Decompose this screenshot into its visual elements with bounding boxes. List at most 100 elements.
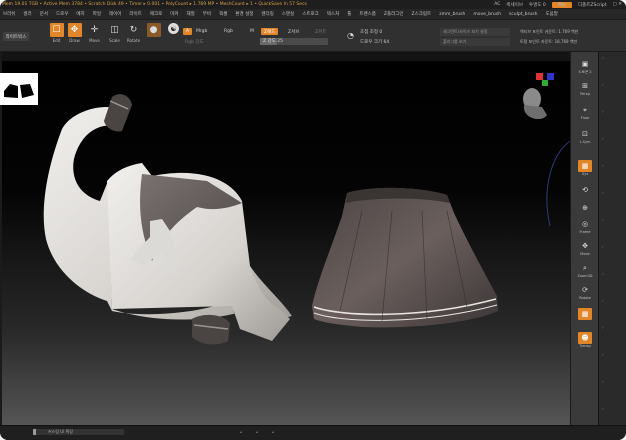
menu-item[interactable]: 파일 <box>93 11 101 17</box>
focal-shift-slider[interactable]: 초점 조정 0 <box>360 29 382 35</box>
menu-item[interactable]: 레이어 <box>109 11 121 17</box>
active-points-count: 액티브 포인트 카운트: 1.769 백만 <box>520 29 579 34</box>
menu-extra-item[interactable]: zmm_brush <box>439 12 465 17</box>
menu-item[interactable]: 스트로크 <box>302 11 319 17</box>
menu-extra-item[interactable]: sculpt_brush <box>509 12 538 17</box>
shelf-button[interactable]: ▣ S.토큰 2 <box>575 58 595 75</box>
status-bar: Mem 19.01 TGB • Active Mem 3784 • Scratc… <box>0 0 626 9</box>
z-intensity-slider[interactable]: Z 강도 25 <box>260 38 328 45</box>
viewport-top-band <box>2 52 570 61</box>
shelf-icon: ⟳ <box>582 286 588 294</box>
rgb-intensity-slider[interactable]: Rgb 강도 <box>185 39 204 45</box>
canvas-viewport[interactable] <box>2 61 570 425</box>
menu-item[interactable]: Z플러그인 <box>384 11 404 17</box>
zsub-toggle[interactable]: Z서브 <box>288 29 299 35</box>
shelf-button[interactable]: ⊞ Persp <box>575 80 595 96</box>
a-toggle[interactable]: A <box>183 28 193 35</box>
right-tool-panel: › › › › › › › › › › › › › › <box>598 52 626 430</box>
shelf-button[interactable]: ▦ Xyz <box>575 160 595 176</box>
menu-item[interactable]: 에지 <box>76 11 84 17</box>
segment-view-field[interactable]: 세그먼트/사이즈 보기 설정 <box>440 28 510 36</box>
shelf-label: Rotate <box>579 296 591 300</box>
shelf-icon: ▩ <box>578 308 592 320</box>
menu-item[interactable]: 브러쉬 <box>3 11 15 17</box>
shelf-button[interactable]: ⌖ Floor <box>575 104 595 121</box>
mrgb-toggle[interactable]: Mrgb <box>196 29 207 34</box>
window-controls-icon[interactable]: ▢ ✕ <box>613 2 622 7</box>
menu-extra-item[interactable]: move_brush <box>473 12 501 17</box>
material-button[interactable]: ● <box>145 23 162 48</box>
rgb-toggle[interactable]: Rgb <box>224 29 233 34</box>
rotate-button[interactable]: ↻ Rotate <box>125 23 142 48</box>
lightbox-button[interactable]: 라이트박스 <box>3 32 29 41</box>
scale-button[interactable]: ◫ Scale <box>106 23 123 48</box>
menu-item[interactable]: 렌더링 <box>261 11 273 17</box>
menu-item[interactable]: 픽셀 <box>219 11 227 17</box>
edit-button[interactable]: ☐ Edit <box>48 23 65 48</box>
move-icon: ✛ <box>90 25 99 35</box>
shelf-button[interactable]: ⌕ Zoom3D <box>575 262 595 279</box>
menu-item[interactable]: 무비 <box>203 11 211 17</box>
shelf-icon: ▣ <box>581 60 589 68</box>
draw-button[interactable]: ✥ Draw <box>66 23 83 48</box>
shelf-icon: ⌖ <box>583 105 587 114</box>
menu-item[interactable]: 텍스처 <box>327 11 339 17</box>
shelf-label: Persp <box>580 92 590 96</box>
menu-item[interactable]: 툴 <box>347 11 351 17</box>
timeline-tick: ▴ <box>272 429 275 434</box>
texture-button[interactable]: ☯ <box>165 23 182 48</box>
menu-item[interactable]: 스텐실 <box>282 11 294 17</box>
panel-tick: › <box>602 163 604 168</box>
menu-item[interactable]: 환경 설정 <box>235 11 253 17</box>
move-button[interactable]: ✛ Move <box>86 23 103 48</box>
alpha-preview-svg <box>4 84 34 98</box>
ac-label: AC <box>494 2 501 7</box>
panel-tick: › <box>602 82 604 87</box>
draw-size-slider[interactable]: 드로우 크기 64 <box>360 39 389 45</box>
zadd-toggle[interactable]: Z애드 <box>261 28 279 35</box>
panel-tick: › <box>602 406 604 411</box>
shelf-label: Move <box>580 252 590 256</box>
timeline-tick: ▴ <box>240 429 243 434</box>
shelf-button[interactable]: ⟲ <box>575 184 595 196</box>
menu-item[interactable]: 재질 <box>187 11 195 17</box>
panel-tick: › <box>602 298 604 303</box>
shelf-button[interactable]: ☻ Transp <box>575 332 595 348</box>
status-stats: Mem 19.01 TGB • Active Mem 3784 • Scratc… <box>2 2 307 7</box>
focal-shift-icon: ◔ <box>347 30 354 40</box>
zcut-toggle[interactable]: Z커트 <box>315 29 326 35</box>
menus-button[interactable]: 메뉴 <box>551 1 572 8</box>
material-sphere-icon: ● <box>146 23 161 37</box>
navigation-head <box>523 88 547 120</box>
menu-item[interactable]: 컬러 <box>23 11 31 17</box>
menu-item[interactable]: 드로우 <box>56 11 68 17</box>
shelf-button[interactable]: ◎ Frame <box>575 218 595 234</box>
menu-bar: 브러쉬 컬러 문서 드로우 에지 파일 레이어 라이트 매크로 마커 재질 무비 픽셀 환경 설정 렌더링 스… <box>0 9 626 20</box>
polygroup-view-field[interactable]: 폴리그룹 보기 <box>440 38 510 46</box>
skirt-model <box>312 187 498 328</box>
shelf-icon: ⊡ <box>582 130 588 138</box>
menu-item[interactable]: 마커 <box>170 11 178 17</box>
m-toggle[interactable]: M <box>250 29 254 34</box>
menu-extra-item[interactable]: 도움말 <box>545 11 557 17</box>
menu-item[interactable]: 매크로 <box>150 11 162 17</box>
menu-item[interactable]: 트랜스폼 <box>359 11 376 17</box>
seethrough-slider[interactable]: 투명도 0 <box>529 2 546 8</box>
menu-item[interactable]: Z스크립트 <box>412 11 432 17</box>
shelf-label: Transp <box>579 344 591 348</box>
menu-item[interactable]: 라이트 <box>129 11 141 17</box>
quicksave-button[interactable]: 퀵세이브 <box>506 2 523 8</box>
brush-alpha-thumbnail[interactable] <box>0 73 38 105</box>
default-zscript-button[interactable]: 디폴트ZScript <box>578 2 607 8</box>
shelf-icon: ⟲ <box>582 186 588 194</box>
shelf-button[interactable]: ✥ Move <box>575 240 595 256</box>
shelf-button[interactable]: ⟳ Rotate <box>575 284 595 300</box>
shelf-button[interactable]: ⊡ L.Sym <box>575 128 595 144</box>
shelf-button[interactable]: ▩ <box>575 308 595 320</box>
custom-ui-slider[interactable]: 커스텀 UI 확장 <box>36 429 124 435</box>
shelf-icon: ◎ <box>581 220 589 228</box>
shelf-button[interactable]: ⊕ <box>575 202 595 214</box>
focal-icon-button[interactable]: ◔ <box>342 28 359 44</box>
shirt-model <box>43 94 293 345</box>
menu-item[interactable]: 문서 <box>40 11 48 17</box>
